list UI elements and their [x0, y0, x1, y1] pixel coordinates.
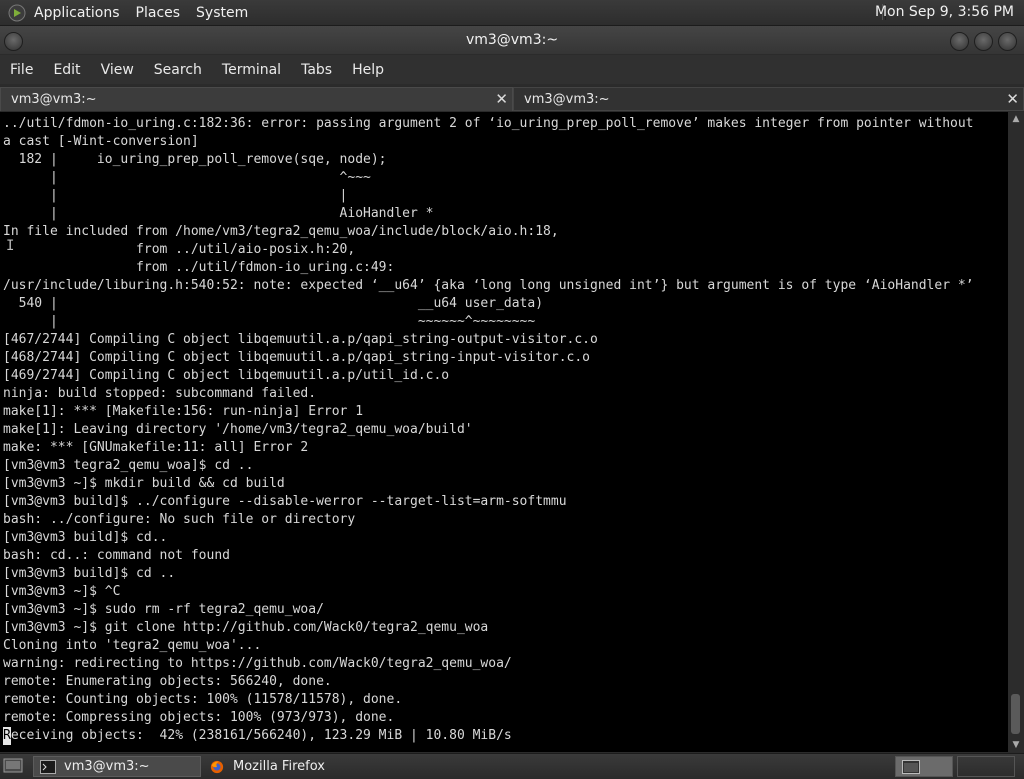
terminal-line: | ~~~~~~^~~~~~~~~ — [3, 314, 536, 329]
terminal-line: [vm3@vm3 ~]$ sudo rm -rf tegra2_qemu_woa… — [3, 602, 324, 617]
close-tab-icon[interactable]: ✕ — [1006, 90, 1019, 108]
terminal-line: warning: redirecting to https://github.c… — [3, 656, 512, 671]
terminal-line: [vm3@vm3 ~]$ git clone http://github.com… — [3, 620, 489, 635]
taskbar-item-label: Mozilla Firefox — [233, 759, 325, 774]
places-menu[interactable]: Places — [136, 5, 181, 21]
text-cursor: R — [3, 727, 11, 745]
terminal-line: | AioHandler * — [3, 206, 434, 221]
show-desktop-icon[interactable] — [3, 757, 23, 775]
close-tab-icon[interactable]: ✕ — [495, 90, 508, 108]
maximize-icon[interactable] — [974, 32, 993, 51]
menu-edit[interactable]: Edit — [43, 62, 90, 78]
taskbar-item-firefox[interactable]: Mozilla Firefox — [203, 756, 373, 777]
taskbar-item-terminal[interactable]: vm3@vm3:~ — [33, 756, 201, 777]
window-titlebar[interactable]: vm3@vm3:~ — [0, 26, 1024, 54]
terminal-line: remote: Counting objects: 100% (11578/11… — [3, 692, 403, 707]
terminal-line: bash: cd..: command not found — [3, 548, 230, 563]
window-menu-icon[interactable] — [4, 32, 23, 51]
menu-tabs[interactable]: Tabs — [291, 62, 342, 78]
workspace-2[interactable] — [957, 756, 1015, 777]
menu-view[interactable]: View — [91, 62, 144, 78]
menu-help[interactable]: Help — [342, 62, 394, 78]
terminal-icon — [40, 759, 56, 774]
tab-bar: vm3@vm3:~ ✕ vm3@vm3:~ ✕ — [0, 86, 1024, 112]
terminal-line: [vm3@vm3 build]$ cd.. — [3, 530, 168, 545]
terminal-line: [469/2744] Compiling C object libqemuuti… — [3, 368, 450, 383]
terminal-line: a cast [-Wint-conversion] — [3, 134, 199, 149]
workspace-window-icon — [902, 760, 920, 774]
gnome-foot-icon[interactable] — [8, 4, 26, 22]
terminal-line: 540 | __u64 user_data) — [3, 296, 544, 311]
system-menu[interactable]: System — [196, 5, 248, 21]
top-panel: Applications Places System Mon Sep 9, 3:… — [0, 0, 1024, 26]
terminal-line: 182 | io_uring_prep_poll_remove(sqe, nod… — [3, 152, 387, 167]
terminal-line: make[1]: *** [Makefile:156: run-ninja] E… — [3, 404, 364, 419]
terminal-line: Cloning into 'tegra2_qemu_woa'... — [3, 638, 262, 653]
tab-terminal-2[interactable]: vm3@vm3:~ ✕ — [513, 87, 1024, 111]
taskbar-item-label: vm3@vm3:~ — [64, 759, 150, 774]
tab-label: vm3@vm3:~ — [524, 91, 610, 107]
terminal-line: [vm3@vm3 ~]$ ^C — [3, 584, 121, 599]
bottom-panel: vm3@vm3:~ Mozilla Firefox — [0, 753, 1024, 779]
terminal-text: ../util/fdmon-io_uring.c:182:36: error: … — [0, 112, 1008, 745]
menu-search[interactable]: Search — [144, 62, 212, 78]
tab-terminal-1[interactable]: vm3@vm3:~ ✕ — [0, 87, 513, 111]
terminal-output[interactable]: ../util/fdmon-io_uring.c:182:36: error: … — [0, 112, 1008, 752]
terminal-line: In file included from /home/vm3/tegra2_q… — [3, 224, 559, 239]
clock[interactable]: Mon Sep 9, 3:56 PM — [875, 4, 1014, 20]
menu-file[interactable]: File — [0, 62, 43, 78]
terminal-line: [vm3@vm3 tegra2_qemu_woa]$ cd .. — [3, 458, 254, 473]
menu-terminal[interactable]: Terminal — [212, 62, 291, 78]
terminal-line: remote: Compressing objects: 100% (973/9… — [3, 710, 395, 725]
workspace-1[interactable] — [895, 756, 953, 777]
applications-menu[interactable]: Applications — [34, 5, 120, 21]
terminal-line: ninja: build stopped: subcommand failed. — [3, 386, 317, 401]
scroll-up-icon[interactable]: ▲ — [1011, 114, 1021, 124]
scrollbar-thumb[interactable] — [1011, 694, 1020, 734]
terminal-line: make: *** [GNUmakefile:11: all] Error 2 — [3, 440, 309, 455]
terminal-line: from ../util/fdmon-io_uring.c:49: — [3, 260, 395, 275]
scroll-down-icon[interactable]: ▼ — [1011, 740, 1021, 750]
firefox-icon — [210, 760, 224, 773]
menubar: File Edit View Search Terminal Tabs Help — [0, 55, 1024, 84]
terminal-line: make[1]: Leaving directory '/home/vm3/te… — [3, 422, 473, 437]
progress-text: eceiving objects: 42% (238161/566240), 1… — [10, 728, 512, 743]
terminal-line-current: Receiving objects: 42% (238161/566240), … — [3, 727, 1008, 745]
mouse-ibeam-cursor: I — [6, 238, 15, 254]
terminal-line: /usr/include/liburing.h:540:52: note: ex… — [3, 278, 974, 293]
terminal-line: | | — [3, 188, 348, 203]
terminal-scrollbar[interactable]: ▲ ▼ — [1008, 112, 1024, 752]
terminal-line: ../util/fdmon-io_uring.c:182:36: error: … — [3, 116, 974, 131]
terminal-line: [vm3@vm3 ~]$ mkdir build && cd build — [3, 476, 285, 491]
minimize-icon[interactable] — [950, 32, 969, 51]
terminal-line: [467/2744] Compiling C object libqemuuti… — [3, 332, 598, 347]
terminal-line: [468/2744] Compiling C object libqemuuti… — [3, 350, 590, 365]
close-window-icon[interactable] — [998, 32, 1017, 51]
tab-label: vm3@vm3:~ — [11, 92, 97, 107]
terminal-line: bash: ../configure: No such file or dire… — [3, 512, 356, 527]
terminal-line: remote: Enumerating objects: 566240, don… — [3, 674, 332, 689]
terminal-line: from ../util/aio-posix.h:20, — [3, 242, 356, 257]
terminal-line: [vm3@vm3 build]$ ../configure --disable-… — [3, 494, 567, 509]
terminal-line: [vm3@vm3 build]$ cd .. — [3, 566, 176, 581]
window-title: vm3@vm3:~ — [465, 32, 559, 48]
terminal-line: | ^~~~ — [3, 170, 371, 185]
